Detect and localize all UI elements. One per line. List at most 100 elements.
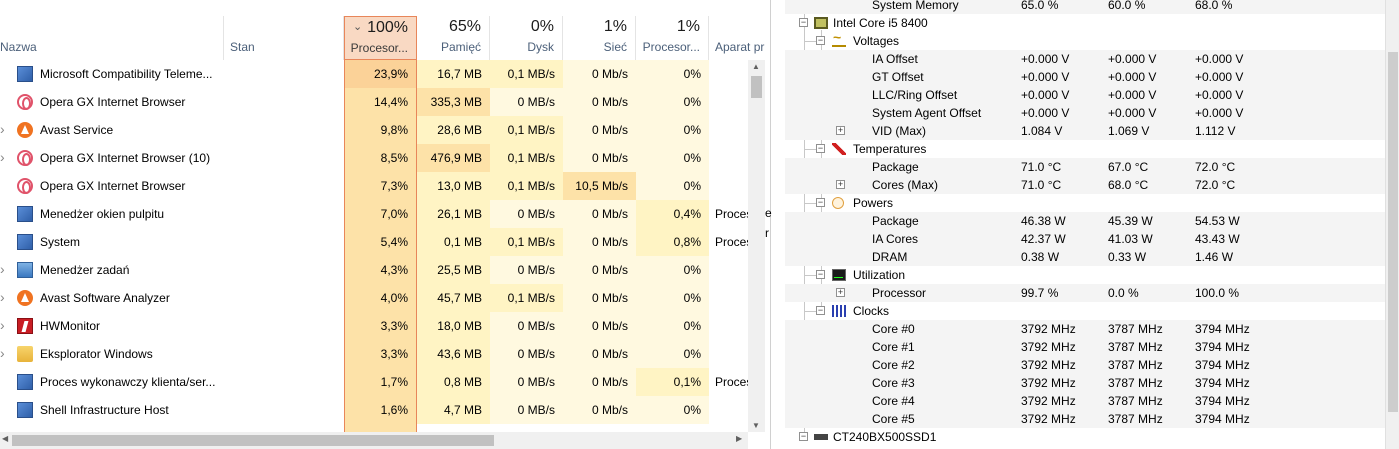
column-header-name[interactable]: Nazwa <box>0 16 224 60</box>
window-gap <box>765 0 785 449</box>
process-row[interactable]: › Avast Service 9,8% 28,6 MB 0,1 MB/s 0 Mb/s 0… <box>0 116 748 144</box>
vertical-scrollbar[interactable]: ▲ ▼ <box>748 60 765 432</box>
horizontal-scroll-thumb[interactable] <box>12 435 494 446</box>
hwmonitor-scroll-thumb[interactable] <box>1388 52 1398 412</box>
tree-device-node[interactable]: − CT240BX500SSD1 <box>785 428 1385 446</box>
expand-chevron-icon[interactable]: › <box>0 149 5 165</box>
process-cpu-value: 3,3% <box>344 340 417 368</box>
expand-chevron-icon[interactable]: › <box>0 289 5 305</box>
process-disk-value: 0 MB/s <box>490 396 563 424</box>
column-label: Nazwa <box>0 40 37 54</box>
tree-group-node[interactable]: − Powers <box>785 194 1385 212</box>
sensor-label: Processor <box>872 286 927 300</box>
column-header-cpu[interactable]: ⌄ 100% Procesor... <box>344 16 417 60</box>
vertical-scroll-thumb[interactable] <box>751 76 762 98</box>
process-row[interactable]: Proces wykonawczy klienta/ser... 1,7% 0,8 … <box>0 368 752 396</box>
window-edge <box>770 0 771 449</box>
process-row[interactable]: Menedżer okien pulpitu 7,0% 26,1 MB 0 MB/s 0… <box>0 200 752 228</box>
sensor-row[interactable]: System Agent Offset +0.000 V +0.000 V +0.00… <box>785 104 1385 122</box>
process-row[interactable]: System 5,4% 0,1 MB 0,1 MB/s 0 Mb/s 0,8% Proces <box>0 228 752 256</box>
sensor-row[interactable]: Package 46.38 W 45.39 W 54.53 W <box>785 212 1385 230</box>
process-row[interactable]: › HWMonitor 3,3% 18,0 MB 0 MB/s 0 Mb/s 0% <box>0 312 748 340</box>
column-header-net[interactable]: 1% Sieć <box>563 16 636 60</box>
expand-chevron-icon[interactable]: › <box>0 345 5 361</box>
expand-toggle-icon[interactable]: + <box>836 126 845 135</box>
process-mem-value: 16,7 MB <box>417 60 490 88</box>
horizontal-scrollbar[interactable]: ◀ ▶ <box>0 432 748 449</box>
process-mem-value: 476,9 MB <box>417 144 490 172</box>
process-row[interactable]: › Eksplorator Windows 3,3% 43,6 MB 0 MB/s 0 M… <box>0 340 748 368</box>
tree-device-node[interactable]: − Intel Core i5 8400 <box>785 14 1385 32</box>
process-row[interactable]: › Menedżer zadań 4,3% 25,5 MB 0 MB/s 0 Mb/s 0% <box>0 256 748 284</box>
process-gpu-value: 0% <box>636 88 709 116</box>
scroll-right-arrow-icon[interactable]: ▶ <box>736 434 742 443</box>
process-disk-value: 0,1 MB/s <box>490 144 563 172</box>
scroll-up-arrow-icon[interactable]: ▲ <box>752 62 760 71</box>
process-mem-value: 28,6 MB <box>417 116 490 144</box>
sensor-row[interactable]: Core #0 3792 MHz 3787 MHz 3794 MHz <box>785 320 1385 338</box>
process-row[interactable]: Microsoft Compatibility Teleme... 23,9% 16… <box>0 60 748 88</box>
process-mem-value: 25,5 MB <box>417 256 490 284</box>
collapse-toggle-icon[interactable]: − <box>816 270 825 279</box>
collapse-toggle-icon[interactable]: − <box>799 18 808 27</box>
process-name: HWMonitor <box>40 319 101 333</box>
sensor-row[interactable]: Package 71.0 °C 67.0 °C 72.0 °C <box>785 158 1385 176</box>
sensor-label: CT240BX500SSD1 <box>833 430 937 444</box>
sensor-row[interactable]: + VID (Max) 1.084 V 1.069 V 1.112 V <box>785 122 1385 140</box>
sensor-row[interactable]: IA Offset +0.000 V +0.000 V +0.000 V <box>785 50 1385 68</box>
collapse-toggle-icon[interactable]: − <box>816 306 825 315</box>
tree-group-node[interactable]: − Temperatures <box>785 140 1385 158</box>
collapse-toggle-icon[interactable]: − <box>816 36 825 45</box>
process-gpu-value: 0% <box>636 312 709 340</box>
expand-chevron-icon[interactable]: › <box>0 261 5 277</box>
collapse-toggle-icon[interactable]: − <box>799 432 808 441</box>
sensor-row[interactable]: + Processor 99.7 % 0.0 % 100.0 % <box>785 284 1385 302</box>
sensor-row[interactable]: System Memory 65.0 % 60.0 % 68.0 % <box>785 0 1385 14</box>
sensor-row[interactable]: DRAM 0.38 W 0.33 W 1.46 W <box>785 248 1385 266</box>
process-gpu-value: 0% <box>636 144 709 172</box>
column-header-disk[interactable]: 0% Dysk <box>490 16 563 60</box>
sensor-max: 3794 MHz <box>1195 340 1250 354</box>
process-net-value: 0 Mb/s <box>563 256 636 284</box>
background-window-text-fragment: e <box>765 206 772 220</box>
process-row[interactable]: Opera GX Internet Browser 14,4% 335,3 MB 0 … <box>0 88 748 116</box>
sensor-row[interactable]: GT Offset +0.000 V +0.000 V +0.000 V <box>785 68 1385 86</box>
sensor-row[interactable]: Core #4 3792 MHz 3787 MHz 3794 MHz <box>785 392 1385 410</box>
sensor-row[interactable]: Core #3 3792 MHz 3787 MHz 3794 MHz <box>785 374 1385 392</box>
sensor-row[interactable]: Core #2 3792 MHz 3787 MHz 3794 MHz <box>785 356 1385 374</box>
column-header-mem[interactable]: 65% Pamięć <box>417 16 490 60</box>
scroll-down-arrow-icon[interactable]: ▼ <box>752 421 760 430</box>
process-net-value: 0 Mb/s <box>563 144 636 172</box>
sensor-row[interactable]: + Cores (Max) 71.0 °C 68.0 °C 72.0 °C <box>785 176 1385 194</box>
collapse-toggle-icon[interactable]: − <box>816 198 825 207</box>
process-row[interactable]: › Opera GX Internet Browser (10) 8,5% 476,9… <box>0 144 748 172</box>
sensor-row[interactable]: Core #5 3792 MHz 3787 MHz 3794 MHz <box>785 410 1385 428</box>
process-row[interactable]: › Avast Software Analyzer 4,0% 45,7 MB 0,1 M… <box>0 284 748 312</box>
process-cpu-value: 1,7% <box>344 368 417 396</box>
tree-group-node[interactable]: − Clocks <box>785 302 1385 320</box>
scroll-left-arrow-icon[interactable]: ◀ <box>2 434 8 443</box>
sensor-label: Core #1 <box>872 340 915 354</box>
expand-toggle-icon[interactable]: + <box>836 288 845 297</box>
sensor-row[interactable]: IA Cores 42.37 W 41.03 W 43.43 W <box>785 230 1385 248</box>
process-gpu-value: 0% <box>636 284 709 312</box>
column-header-engine[interactable]: Aparat pr <box>709 16 765 60</box>
expand-chevron-icon[interactable]: › <box>0 121 5 137</box>
process-row[interactable]: Shell Infrastructure Host 1,6% 4,7 MB 0 MB/… <box>0 396 748 424</box>
expand-chevron-icon[interactable]: › <box>0 317 5 333</box>
sensor-row[interactable]: LLC/Ring Offset +0.000 V +0.000 V +0.000 V <box>785 86 1385 104</box>
hwmonitor-vertical-scrollbar[interactable] <box>1385 0 1399 449</box>
sort-descending-icon: ⌄ <box>353 21 363 33</box>
tree-group-node[interactable]: − Utilization <box>785 266 1385 284</box>
column-header-status[interactable]: Stan <box>224 16 344 60</box>
sensor-label: Core #4 <box>872 394 915 408</box>
sensor-min: +0.000 V <box>1108 88 1157 102</box>
collapse-toggle-icon[interactable]: − <box>816 144 825 153</box>
process-row[interactable]: Opera GX Internet Browser 7,3% 13,0 MB 0,1 … <box>0 172 748 200</box>
sensor-row[interactable]: Core #1 3792 MHz 3787 MHz 3794 MHz <box>785 338 1385 356</box>
sensor-min: 3787 MHz <box>1108 340 1163 354</box>
sensor-value: 3792 MHz <box>1021 376 1076 390</box>
expand-toggle-icon[interactable]: + <box>836 180 845 189</box>
tree-group-node[interactable]: − Voltages <box>785 29 1385 50</box>
column-header-gpu[interactable]: 1% Procesor... <box>636 16 709 60</box>
